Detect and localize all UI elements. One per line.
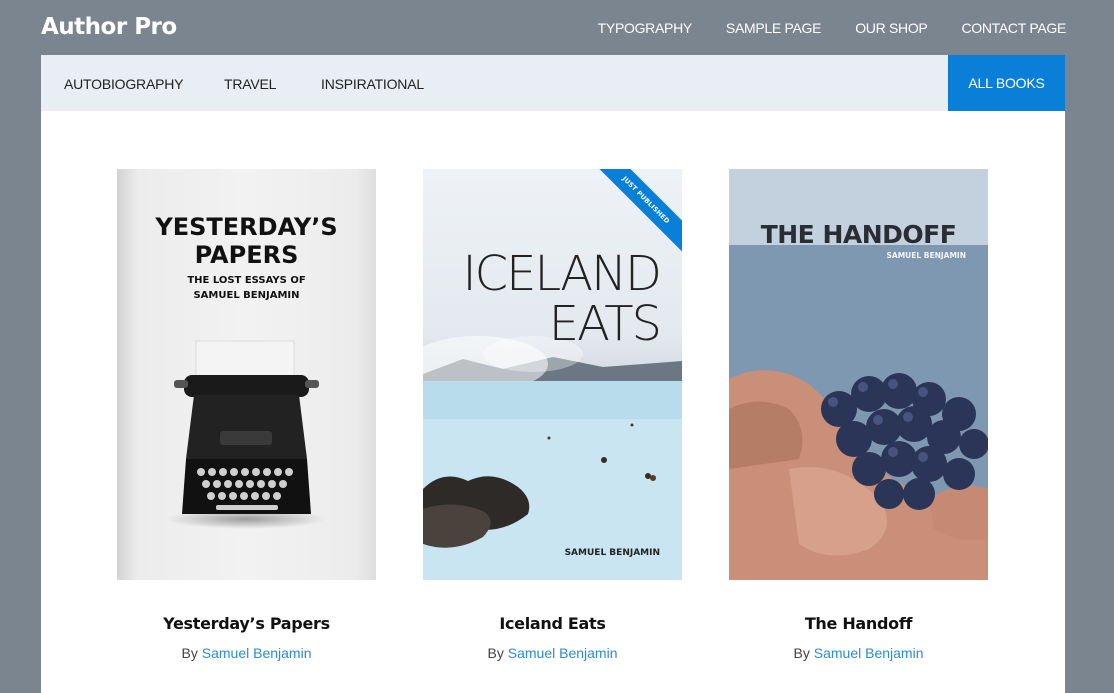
main-panel: AUTOBIOGRAPHY TRAVEL INSPIRATIONAL ALL B… [41,55,1065,693]
typewriter-image [166,340,326,529]
nav-item-typography[interactable]: TYPOGRAPHY [598,20,693,36]
author-link[interactable]: Samuel Benjamin [814,645,924,661]
book-byline: By Samuel Benjamin [181,645,312,661]
site-title[interactable]: Author Pro [41,14,177,40]
category-bar: AUTOBIOGRAPHY TRAVEL INSPIRATIONAL ALL B… [41,55,1065,111]
category-inspirational[interactable]: INSPIRATIONAL [321,76,424,92]
all-books-button[interactable]: ALL BOOKS [948,55,1065,111]
book-title[interactable]: The Handoff [729,614,988,633]
book-cover[interactable]: YESTERDAY’S PAPERS THE LOST ESSAYS OF SA… [117,169,376,580]
nav-item-sample-page[interactable]: SAMPLE PAGE [726,20,822,36]
book-title[interactable]: Yesterday’s Papers [117,614,376,633]
lagoon-image [423,336,682,580]
cover-title: ICELAND EATS [462,246,662,352]
category-travel[interactable]: TRAVEL [224,76,276,92]
category-autobiography[interactable]: AUTOBIOGRAPHY [64,76,183,92]
nav-item-our-shop[interactable]: OUR SHOP [855,20,928,36]
cover-title: THE HANDOFF [760,220,957,249]
cover-author: SAMUEL BENJAMIN [564,548,660,558]
cover-author: SAMUEL BENJAMIN [886,251,966,260]
book-title[interactable]: Iceland Eats [423,614,682,633]
book-cover[interactable]: THE HANDOFF SAMUEL BENJAMIN [729,169,988,580]
book-cover[interactable]: ICELAND EATS SAMUEL BENJAMIN JUST PUBLIS… [423,169,682,580]
book-byline: By Samuel Benjamin [793,645,924,661]
nav-item-contact-page[interactable]: CONTACT PAGE [961,20,1066,36]
site-header: Author Pro TYPOGRAPHY SAMPLE PAGE OUR SH… [0,0,1114,55]
author-link[interactable]: Samuel Benjamin [508,645,618,661]
book-byline: By Samuel Benjamin [487,645,618,661]
author-link[interactable]: Samuel Benjamin [202,645,312,661]
top-nav: TYPOGRAPHY SAMPLE PAGE OUR SHOP CONTACT … [598,20,1067,36]
